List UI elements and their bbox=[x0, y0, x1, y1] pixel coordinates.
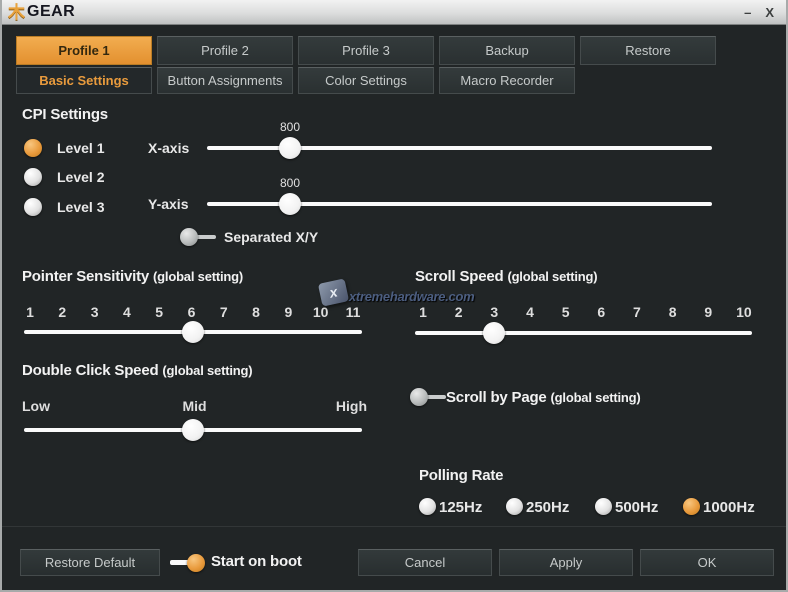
tab-restore[interactable]: Restore bbox=[580, 36, 716, 65]
tab-button-assignments[interactable]: Button Assignments bbox=[157, 67, 293, 94]
x-axis-slider-thumb[interactable] bbox=[279, 137, 301, 159]
cpi-level-3-radio[interactable] bbox=[24, 198, 42, 216]
watermark-logo: x bbox=[318, 278, 349, 306]
app-window: 木 GEAR – X Profile 1 Profile 2 Profile 3… bbox=[0, 0, 788, 592]
double-click-speed-subtitle: (global setting) bbox=[162, 363, 252, 378]
scroll-speed-slider-track[interactable] bbox=[415, 331, 752, 335]
pointer-sensitivity-title-text: Pointer Sensitivity bbox=[22, 268, 149, 285]
double-click-speed-title: Double Click Speed (global setting) bbox=[22, 362, 252, 379]
polling-rate-250hz-label: 250Hz bbox=[526, 499, 569, 516]
scroll-by-page-label-text: Scroll by Page bbox=[446, 389, 547, 406]
polling-rate-1000hz-label: 1000Hz bbox=[703, 499, 755, 516]
separated-xy-toggle[interactable] bbox=[180, 228, 198, 246]
fnatic-logo-icon: 木 bbox=[8, 4, 25, 21]
cpi-level-3-label: Level 3 bbox=[57, 199, 104, 215]
start-on-boot-label: Start on boot bbox=[211, 553, 302, 570]
tab-macro-recorder[interactable]: Macro Recorder bbox=[439, 67, 575, 94]
polling-rate-500hz-label: 500Hz bbox=[615, 499, 658, 516]
scroll-speed-title: Scroll Speed (global setting) bbox=[415, 268, 597, 285]
minimize-button[interactable]: – bbox=[744, 6, 751, 19]
cpi-level-2-radio[interactable] bbox=[24, 168, 42, 186]
y-axis-slider-thumb[interactable] bbox=[279, 193, 301, 215]
tab-profile-2[interactable]: Profile 2 bbox=[157, 36, 293, 65]
tab-backup[interactable]: Backup bbox=[439, 36, 575, 65]
scroll-speed-subtitle: (global setting) bbox=[507, 269, 597, 284]
close-button[interactable]: X bbox=[765, 6, 774, 19]
scroll-speed-title-text: Scroll Speed bbox=[415, 268, 503, 285]
pointer-sensitivity-ticks: 1234567891011 bbox=[19, 304, 364, 320]
app-title: GEAR bbox=[27, 3, 75, 21]
double-click-speed-title-text: Double Click Speed bbox=[22, 362, 158, 379]
start-on-boot-toggle[interactable] bbox=[187, 554, 205, 572]
scroll-speed-ticks: 12345678910 bbox=[412, 304, 755, 320]
polling-rate-500hz-radio[interactable] bbox=[595, 498, 612, 515]
tab-profile-3[interactable]: Profile 3 bbox=[298, 36, 434, 65]
pointer-sensitivity-title: Pointer Sensitivity (global setting) bbox=[22, 268, 243, 285]
y-axis-value: 800 bbox=[270, 176, 310, 190]
double-click-speed-slider-thumb[interactable] bbox=[182, 419, 204, 441]
apply-button[interactable]: Apply bbox=[499, 549, 633, 576]
y-axis-label: Y-axis bbox=[148, 196, 188, 212]
tab-color-settings[interactable]: Color Settings bbox=[298, 67, 434, 94]
watermark-text: xtremehardware.com bbox=[349, 289, 474, 304]
polling-rate-250hz-radio[interactable] bbox=[506, 498, 523, 515]
scroll-by-page-toggle[interactable] bbox=[410, 388, 428, 406]
pointer-sensitivity-slider-thumb[interactable] bbox=[182, 321, 204, 343]
cpi-settings-title: CPI Settings bbox=[22, 106, 108, 123]
polling-rate-125hz-label: 125Hz bbox=[439, 499, 482, 516]
ok-button[interactable]: OK bbox=[640, 549, 774, 576]
polling-rate-125hz-radio[interactable] bbox=[419, 498, 436, 515]
scroll-by-page-subtitle: (global setting) bbox=[551, 390, 641, 405]
title-bar: 木 GEAR – X bbox=[0, 0, 788, 25]
cpi-level-2-label: Level 2 bbox=[57, 169, 104, 185]
tab-profile-1[interactable]: Profile 1 bbox=[16, 36, 152, 65]
polling-rate-title: Polling Rate bbox=[419, 467, 503, 484]
cancel-button[interactable]: Cancel bbox=[358, 549, 492, 576]
tab-basic-settings[interactable]: Basic Settings bbox=[16, 67, 152, 94]
scroll-speed-slider-thumb[interactable] bbox=[483, 322, 505, 344]
cpi-level-1-radio[interactable] bbox=[24, 139, 42, 157]
cpi-level-1-label: Level 1 bbox=[57, 140, 104, 156]
x-axis-value: 800 bbox=[270, 120, 310, 134]
polling-rate-1000hz-radio[interactable] bbox=[683, 498, 700, 515]
double-click-speed-ticks: Low Mid High bbox=[22, 398, 367, 414]
pointer-sensitivity-subtitle: (global setting) bbox=[153, 269, 243, 284]
x-axis-label: X-axis bbox=[148, 140, 189, 156]
scroll-by-page-label: Scroll by Page (global setting) bbox=[446, 389, 641, 406]
separated-xy-label: Separated X/Y bbox=[224, 229, 318, 245]
restore-default-button[interactable]: Restore Default bbox=[20, 549, 160, 576]
footer-divider bbox=[2, 526, 786, 527]
